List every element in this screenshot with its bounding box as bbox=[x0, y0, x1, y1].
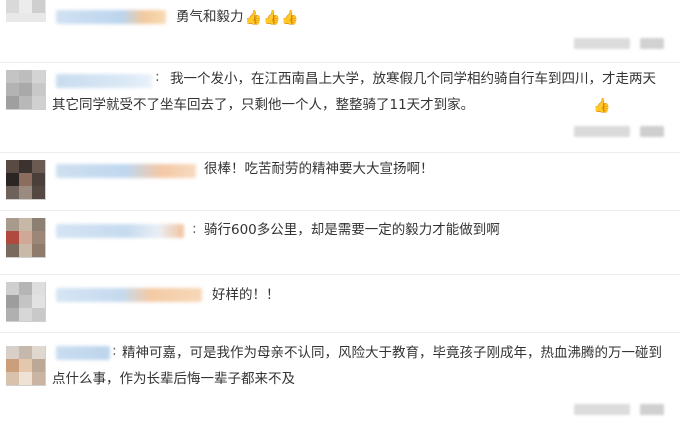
comment-text-row: 精神可嘉，可是我作为母亲不认同，风险大于教育，毕竟孩子刚成年，热血沸腾的万一碰到… bbox=[52, 340, 666, 392]
meta-blurred bbox=[574, 404, 630, 415]
thumbs-up-icon: 👍 bbox=[244, 10, 262, 26]
meta-blurred bbox=[574, 38, 630, 49]
comment-item: 勇气和毅力👍👍👍 bbox=[0, 0, 680, 63]
thumbs-up-icon: 👍 bbox=[262, 10, 281, 26]
comment-text: 很棒！吃苦耐劳的精神要大大宣扬啊！ bbox=[204, 161, 434, 177]
avatar[interactable] bbox=[6, 70, 46, 110]
avatar[interactable] bbox=[6, 346, 46, 386]
comment-text: 勇气和毅力 bbox=[176, 9, 244, 25]
thumbs-up-icon: 👍 bbox=[281, 10, 299, 26]
comment-item: : 我一个发小，在江西南昌上大学，放寒假几个同学相约骑自行车到四川，才走两天其它… bbox=[0, 62, 680, 153]
meta-blurred bbox=[640, 126, 664, 137]
comment-item: 好样的！！ bbox=[0, 274, 680, 333]
name-colon: : bbox=[192, 221, 197, 237]
username-blurred[interactable] bbox=[56, 288, 202, 302]
comment-text-row: 勇气和毅力👍👍👍 bbox=[176, 4, 666, 30]
meta-blurred bbox=[574, 126, 630, 137]
comment-text: 好样的！！ bbox=[212, 287, 280, 303]
comment-item: : 骑行600多公里，却是需要一定的毅力才能做到啊 bbox=[0, 210, 680, 275]
avatar[interactable] bbox=[6, 160, 46, 200]
comment-text-row: 骑行600多公里，却是需要一定的毅力才能做到啊 bbox=[204, 217, 664, 243]
thumbs-up-icon: 👍 bbox=[593, 98, 611, 114]
username-blurred[interactable] bbox=[56, 164, 196, 178]
meta-blurred bbox=[640, 38, 664, 49]
comment-item: 很棒！吃苦耐劳的精神要大大宣扬啊！ bbox=[0, 152, 680, 211]
meta-blurred bbox=[640, 404, 664, 415]
username-blurred[interactable] bbox=[56, 224, 184, 238]
comment-list: 勇气和毅力👍👍👍 : 我一个发小，在江西南昌上大学，放寒假几个同学相约骑自行车到… bbox=[0, 0, 680, 425]
avatar[interactable] bbox=[6, 218, 46, 258]
username-blurred[interactable] bbox=[56, 10, 166, 24]
comment-text-row: 我一个发小，在江西南昌上大学，放寒假几个同学相约骑自行车到四川，才走两天其它同学… bbox=[52, 66, 664, 118]
comment-text: 精神可嘉，可是我作为母亲不认同，风险大于教育，毕竟孩子刚成年，热血沸腾的万一碰到… bbox=[52, 345, 662, 387]
comment-text: 骑行600多公里，却是需要一定的毅力才能做到啊 bbox=[204, 222, 500, 238]
avatar[interactable] bbox=[6, 0, 46, 22]
comment-text-row: 好样的！！ bbox=[212, 282, 664, 308]
comment-text-row: 很棒！吃苦耐劳的精神要大大宣扬啊！ bbox=[204, 156, 664, 182]
avatar[interactable] bbox=[6, 282, 46, 322]
comment-item: : 精神可嘉，可是我作为母亲不认同，风险大于教育，毕竟孩子刚成年，热血沸腾的万一… bbox=[0, 332, 680, 425]
